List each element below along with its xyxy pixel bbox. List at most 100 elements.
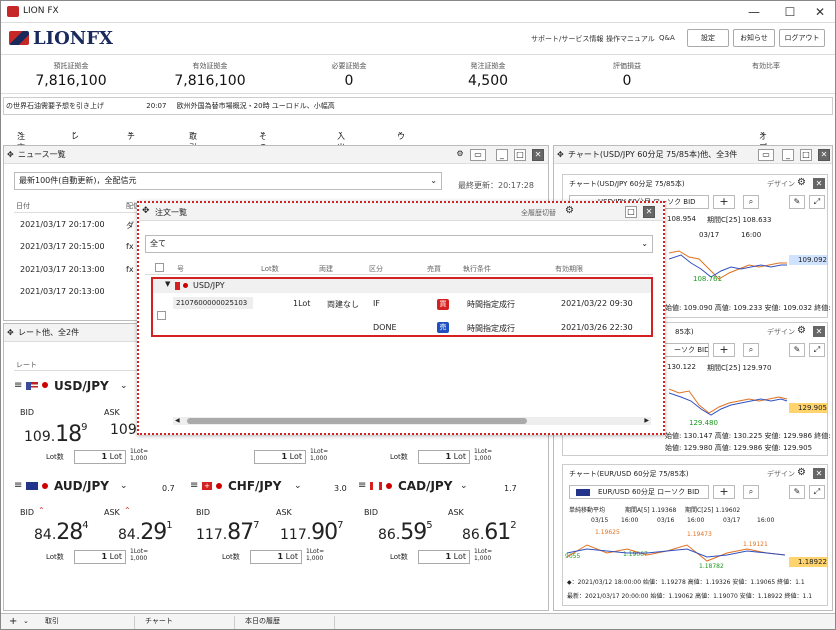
menu-other-info[interactable]: その他情報 ⌄ [259, 127, 267, 185]
select-all-checkbox[interactable] [155, 263, 164, 272]
menu-window[interactable]: ウィンドウ ⌄ [397, 127, 405, 185]
menu-rate[interactable]: レート ⌄ [71, 127, 79, 163]
drag-handle-icon[interactable]: ≡ [190, 480, 198, 491]
maximize-icon[interactable]: □ [800, 149, 812, 161]
order-list-header[interactable]: ✥ 注文一覧 全履歴切替 ⚙ □ ✕ [139, 203, 663, 221]
news-ticker[interactable]: の世界石油需要予想を引き上げ 20:07 欧州外国為替市場概況・20時 ユーロド… [3, 97, 833, 115]
plus-icon[interactable]: + [713, 343, 735, 357]
news-row[interactable]: 2021/03/17 20:13:00 [20, 287, 105, 295]
bid-price[interactable]: 117.877 [196, 520, 260, 545]
gear-icon[interactable]: ⚙ [565, 205, 574, 216]
scroll-left-icon[interactable]: ◀ [175, 417, 180, 424]
lot-input[interactable]: 1 Lot [418, 550, 470, 564]
order-group-row[interactable]: ▼ USD/JPY [153, 279, 651, 293]
layout-icon[interactable]: ▭ [758, 149, 774, 161]
expand-icon[interactable]: ⤢ [809, 485, 825, 499]
chevron-down-icon[interactable]: ⌄ [120, 481, 128, 491]
design-link[interactable]: デザイン [767, 469, 795, 479]
chart-panel-header[interactable]: ✥ チャート(USD/JPY 60分足 75/85本)他、全3件 ▭ _ □ ✕ [554, 146, 832, 164]
news-row[interactable]: 2021/03/17 20:15:00 fx [20, 242, 134, 251]
pen-icon[interactable]: ✎ [789, 343, 805, 357]
zoom-icon[interactable]: ⌕ [743, 343, 759, 357]
gear-icon[interactable]: ⚙ [797, 177, 806, 188]
plus-icon[interactable]: + [713, 485, 735, 499]
maximize-icon[interactable]: □ [625, 206, 637, 218]
minimize-icon[interactable]: _ [782, 149, 794, 161]
support-link[interactable]: サポート/サービス情報 [531, 34, 603, 44]
lot-input[interactable]: 1 Lot [74, 450, 126, 464]
gear-icon[interactable]: ⚙ [454, 149, 466, 161]
menu-option-trade[interactable]: オプション取引 ⌄ [759, 127, 767, 207]
news-button[interactable]: お知らせ [733, 29, 775, 47]
ask-price[interactable]: 84.291 [118, 520, 173, 545]
close-icon[interactable]: ✕ [532, 149, 544, 161]
lot-input[interactable]: 1 Lot [74, 550, 126, 564]
collapse-icon[interactable]: ▼ [165, 280, 170, 288]
close-icon[interactable]: ✕ [643, 206, 655, 218]
plus-icon[interactable]: + [713, 195, 735, 209]
lot-input[interactable]: 1 Lot [254, 450, 306, 464]
zoom-icon[interactable]: ⌕ [743, 195, 759, 209]
horizontal-scrollbar[interactable]: ◀ ▶ [173, 417, 651, 425]
rate-card-cadjpy[interactable]: ≡ CAD/JPY ⌄ 1.7 BID ASK 86.595 86.612 Lo… [356, 474, 526, 566]
design-link[interactable]: デザイン [767, 327, 795, 337]
close-icon[interactable]: ✕ [807, 3, 833, 21]
drag-handle-icon[interactable]: ≡ [14, 480, 22, 491]
news-panel-header[interactable]: ✥ ニュース一覧 ⚙ ▭ _ □ ✕ [4, 146, 548, 164]
gear-icon[interactable]: ⚙ [797, 325, 806, 336]
move-icon[interactable]: ✥ [7, 324, 14, 342]
manual-link[interactable]: 操作マニュアル [606, 34, 655, 44]
ask-price[interactable]: 117.907 [280, 520, 344, 545]
lot-input[interactable]: 1 Lot [418, 450, 470, 464]
rate-card-chfjpy[interactable]: ≡ + CHF/JPY ⌄ 3.0 BID ASK 117.877 117.90… [188, 474, 358, 566]
logout-button[interactable]: ログアウト [779, 29, 825, 47]
expand-icon[interactable]: ⤢ [809, 195, 825, 209]
close-icon[interactable]: ✕ [813, 326, 825, 337]
bid-price[interactable]: 109.189 [24, 422, 88, 447]
news-filter-select[interactable]: 最新100件(自動更新)，全配信元 ⌄ [14, 172, 442, 190]
scroll-right-icon[interactable]: ▶ [644, 417, 649, 424]
maximize-icon[interactable]: □ [514, 149, 526, 161]
chart-type-select[interactable]: EUR/USD 60分足 ローソク BID [569, 485, 709, 499]
chevron-down-icon[interactable]: ⌄ [23, 617, 29, 625]
scrollbar-thumb[interactable] [187, 418, 527, 424]
chevron-down-icon[interactable]: ⌄ [120, 381, 128, 391]
history-toggle[interactable]: 全履歴切替 [521, 208, 556, 218]
ask-price[interactable]: 109. [110, 422, 140, 438]
chart-eurusd[interactable]: チャート(EUR/USD 60分足 75/85本) デザイン ⚙ ✕ EUR/U… [562, 464, 828, 606]
add-tab-icon[interactable]: + [9, 616, 17, 627]
tab-trade[interactable]: 取引 [41, 616, 135, 629]
menu-order[interactable]: 注文 ⌄ [17, 127, 25, 152]
gear-icon[interactable]: ⚙ [797, 467, 806, 478]
drag-handle-icon[interactable]: ≡ [358, 480, 366, 491]
news-row[interactable]: 2021/03/17 20:17:00 ダ [20, 220, 134, 230]
close-icon[interactable]: ✕ [813, 468, 825, 479]
bid-price[interactable]: 86.595 [378, 520, 433, 545]
settings-button[interactable]: 設定 [687, 29, 729, 47]
menu-chart[interactable]: チャート ⌄ [127, 127, 135, 174]
tab-today-history[interactable]: 本日の履歴 [241, 616, 335, 629]
news-row[interactable]: 2021/03/17 20:13:00 fx [20, 265, 134, 274]
rate-card-audjpy[interactable]: ≡ AUD/JPY ⌄ 0.7 BID ⌃ ASK ⌃ 84.284 84.29… [12, 474, 182, 566]
drag-handle-icon[interactable]: ≡ [14, 380, 22, 391]
lot-input[interactable]: 1 Lot [250, 550, 302, 564]
ask-price[interactable]: 86.612 [462, 520, 517, 545]
chevron-down-icon[interactable]: ⌄ [294, 481, 302, 491]
chevron-down-icon[interactable]: ⌄ [460, 481, 468, 491]
expand-icon[interactable]: ⤢ [809, 343, 825, 357]
layout-icon[interactable]: ▭ [470, 149, 486, 161]
minimize-icon[interactable]: _ [496, 149, 508, 161]
design-link[interactable]: デザイン [767, 179, 795, 189]
pen-icon[interactable]: ✎ [789, 195, 805, 209]
tab-chart[interactable]: チャート [141, 616, 235, 629]
maximize-icon[interactable]: ☐ [777, 3, 803, 21]
close-icon[interactable]: ✕ [813, 178, 825, 189]
move-icon[interactable]: ✥ [557, 146, 564, 164]
menu-trade-info[interactable]: 取引情報 ⌄ [189, 127, 197, 174]
move-icon[interactable]: ✥ [142, 206, 150, 216]
zoom-icon[interactable]: ⌕ [743, 485, 759, 499]
bid-price[interactable]: 84.284 [34, 520, 89, 545]
minimize-icon[interactable]: — [741, 3, 767, 21]
qa-link[interactable]: Q&A [659, 34, 675, 42]
order-checkbox[interactable] [157, 311, 166, 320]
